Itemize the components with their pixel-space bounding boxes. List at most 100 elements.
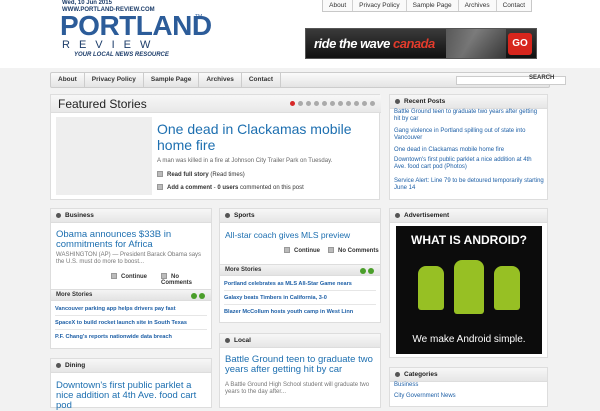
dining-title: Dining [65,362,86,369]
comment-icon [161,273,167,279]
sports-continue[interactable]: Continue [284,247,320,254]
logo-tagline: YOUR LOCAL NEWS RESOURCE [74,52,169,58]
featured-headline[interactable]: One dead in Clackamas mobile home fire [157,121,357,153]
add-comment-label: Add a comment [167,185,213,191]
add-comment[interactable]: Add a comment - 0 users commented on thi… [157,184,304,191]
slide-dot[interactable] [298,101,303,106]
nav-contact[interactable]: Contact [242,73,282,87]
slide-dot[interactable] [290,101,295,106]
slide-dot[interactable] [322,101,327,106]
recent-post-item[interactable]: Service Alert: Line 79 to be detoured te… [394,178,544,192]
local-excerpt: A Battle Ground High School student will… [225,382,370,395]
main-nav: About Privacy Policy Sample Page Archive… [50,72,566,88]
logo-subtitle: REVIEW [62,39,160,51]
top-nav-privacy[interactable]: Privacy Policy [352,0,405,11]
comments-label: No Comments [338,248,379,254]
categories-title: Categories [404,371,438,378]
local-title: Local [234,337,251,344]
bullet-icon [395,99,400,104]
nav-privacy[interactable]: Privacy Policy [85,73,144,87]
read-times: (Read times) [208,172,245,178]
logo-trademark: TM [195,14,203,20]
recent-post-item[interactable]: One dead in Clackamas mobile home fire [394,147,544,154]
prev-arrow-icon[interactable] [191,293,197,299]
slide-dot[interactable] [362,101,367,106]
sports-comments[interactable]: No Comments [328,247,379,254]
slide-dot[interactable] [370,101,375,106]
featured-title: Featured Stories [58,97,147,111]
dining-section: Dining Downtown's first public parklet a… [50,358,212,411]
nav-archives[interactable]: Archives [199,73,242,87]
more-stories-title: More Stories [56,292,93,298]
comment-users: 0 users [217,185,239,191]
top-nav-about[interactable]: About [323,0,352,11]
sports-more-item[interactable]: Portland celebrates as MLS All-Star Game… [224,281,374,287]
featured-stories: Featured Stories One dead in Clackamas m… [50,94,381,200]
category-item[interactable]: Business [394,382,418,388]
site-header: Wed, 10 Jun 2015 WWW.PORTLAND-REVIEW.COM… [0,0,600,68]
prev-arrow-icon[interactable] [360,268,366,274]
dining-header: Dining [51,359,211,373]
business-title: Business [65,212,94,219]
recent-post-item[interactable]: Battle Ground teen to graduate two years… [394,109,544,123]
android-ad[interactable]: WHAT IS ANDROID? We make Android simple. [396,226,542,354]
category-item[interactable]: City Government News [394,393,456,399]
android-ad-headline: WHAT IS ANDROID? [411,233,527,247]
business-more-header: More Stories [51,289,211,301]
sports-more-item[interactable]: Blazer McCollum hosts youth camp in West… [224,309,374,315]
slide-dot[interactable] [346,101,351,106]
ad-banner-image [446,29,506,58]
sports-headline[interactable]: All-star coach gives MLS preview [225,230,377,240]
dining-headline[interactable]: Downtown's first public parklet a nice a… [56,381,211,411]
business-headline[interactable]: Obama announces $33B in commitments for … [56,230,206,250]
continue-label: Continue [121,274,147,280]
local-headline[interactable]: Battle Ground teen to graduate two years… [225,355,380,375]
read-full-story-label: Read full story [167,172,209,178]
business-more-item[interactable]: SpaceX to build rocket launch site in So… [55,320,205,326]
bullet-icon [395,213,400,218]
header-ad-banner[interactable]: ride the wave canada GO [305,28,537,59]
comment-icon [157,184,163,190]
recent-posts: Recent Posts Battle Ground teen to gradu… [389,94,548,200]
recent-title: Recent Posts [404,98,446,105]
slide-dot[interactable] [314,101,319,106]
read-full-story[interactable]: Read full story (Read times) [157,171,245,178]
top-nav-archives[interactable]: Archives [457,0,496,11]
divider [224,304,376,305]
slide-dots [290,101,375,106]
header-date: Wed, 10 Jun 2015 [62,0,112,6]
bullet-icon [225,213,230,218]
top-nav-sample[interactable]: Sample Page [405,0,458,11]
nav-about[interactable]: About [51,73,85,87]
android-robot-icon [454,260,484,314]
recent-post-item[interactable]: Downtown's first public parklet a nice a… [394,157,544,171]
site-logo[interactable]: PORTLAND [60,12,212,40]
business-more-item[interactable]: Vancouver parking app helps drivers pay … [55,306,205,312]
bullet-icon [56,213,61,218]
business-comments[interactable]: No Comments [161,273,211,286]
slide-dot[interactable] [306,101,311,106]
business-continue[interactable]: Continue [111,273,147,280]
ad-text-main: ride the wave [314,36,393,51]
top-nav-contact[interactable]: Contact [495,0,531,11]
android-robot-icon [418,266,444,310]
ad-go-button[interactable]: GO [508,33,532,55]
slide-dot[interactable] [338,101,343,106]
slide-dot[interactable] [330,101,335,106]
local-section: Local Battle Ground teen to graduate two… [219,333,381,408]
advert-title: Advertisement [404,212,450,219]
slide-dot[interactable] [354,101,359,106]
search-button[interactable]: SEARCH [529,75,554,81]
more-stories-title: More Stories [225,267,262,273]
sports-more-item[interactable]: Galaxy beats Timbers in California, 3-0 [224,295,374,301]
next-arrow-icon[interactable] [199,293,205,299]
recent-post-item[interactable]: Gang violence in Portland spilling out o… [394,128,544,142]
nav-sample[interactable]: Sample Page [144,73,200,87]
continue-label: Continue [294,248,320,254]
featured-header: Featured Stories [51,95,381,113]
business-more-item[interactable]: P.F. Chang's reports nationwide data bre… [55,334,205,340]
next-arrow-icon[interactable] [368,268,374,274]
categories-header: Categories [390,368,547,382]
featured-image[interactable] [56,117,152,195]
categories: Categories Business City Government News [389,367,548,407]
